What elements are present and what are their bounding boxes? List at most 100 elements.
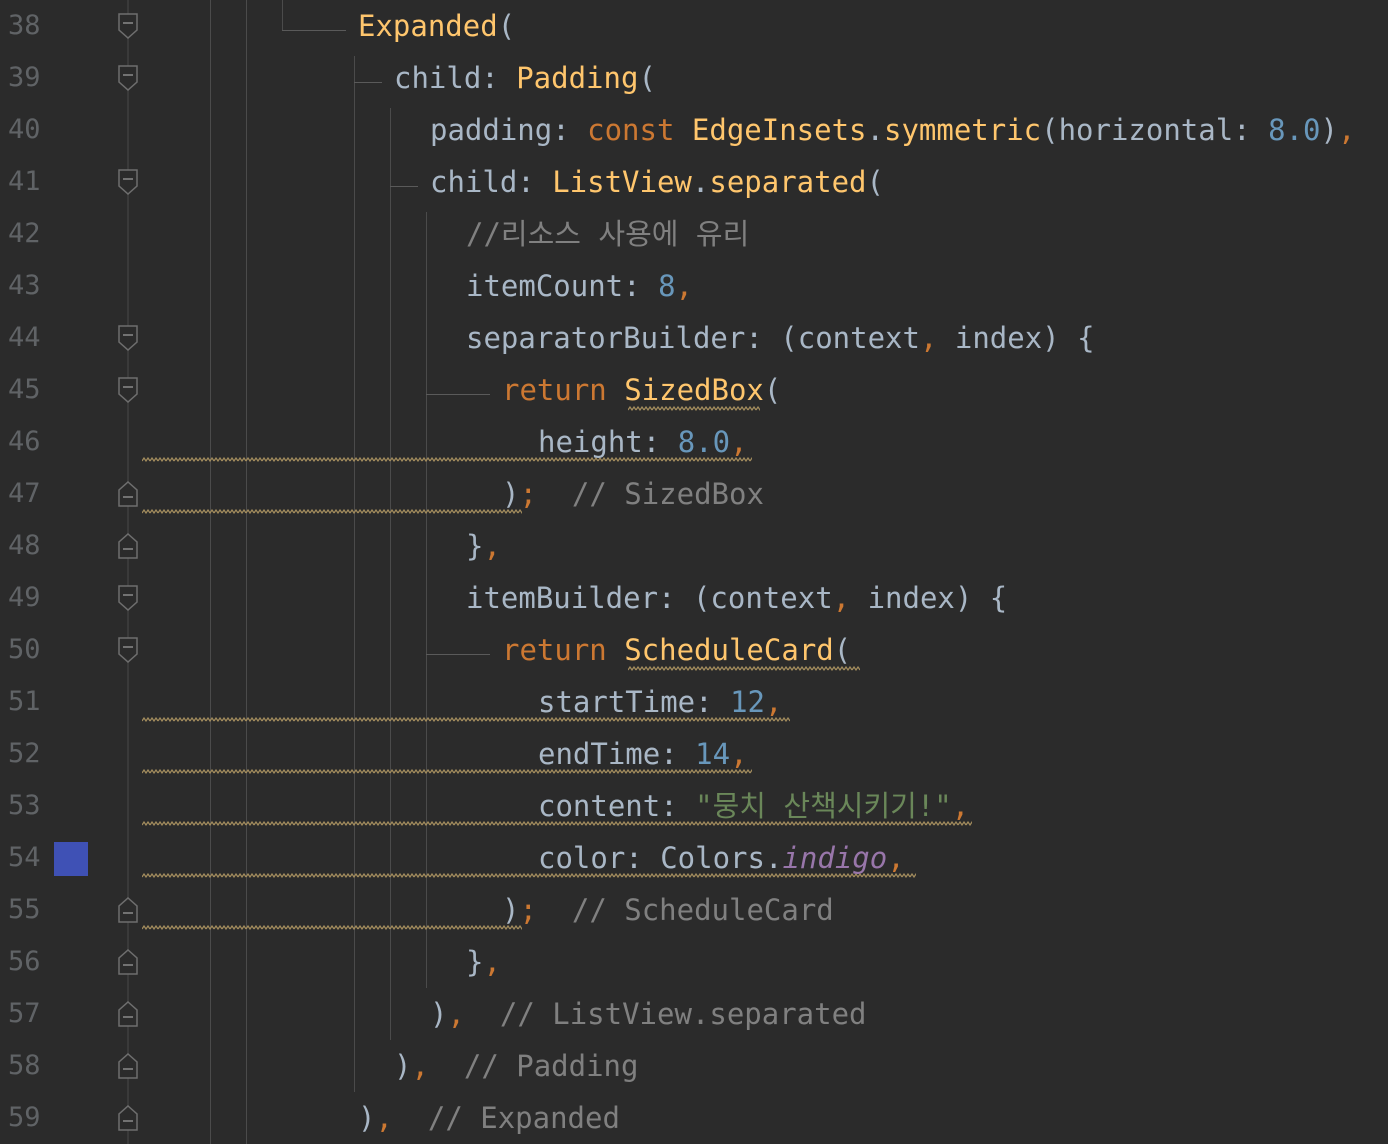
code-token: ) <box>502 477 520 511</box>
code-token: SizedBox <box>624 373 764 407</box>
code-token: , <box>730 737 748 771</box>
color-swatch-icon[interactable] <box>54 842 88 876</box>
code-token: ) <box>1320 113 1338 147</box>
code-line-40[interactable]: 40 padding: const EdgeInsets.symmetric(ho… <box>0 104 1388 156</box>
code-token: ( <box>833 633 852 667</box>
line-number: 47 <box>8 478 41 509</box>
code-line-48[interactable]: 48}, <box>0 520 1388 572</box>
code-editor[interactable]: 38 Expanded(39 child: Padding( 40 padding: c… <box>0 0 1388 1144</box>
code-line-44[interactable]: 44 separatorBuilder: (context, index) { <box>0 312 1388 364</box>
code-text[interactable]: return SizedBox( <box>502 372 781 408</box>
code-text[interactable]: padding: const EdgeInsets.symmetric(hori… <box>430 112 1355 148</box>
code-text[interactable]: height: 8.0, <box>538 424 748 460</box>
code-line-43[interactable]: 43 itemCount: 8, <box>0 260 1388 312</box>
code-text[interactable]: startTime: 12, <box>538 684 782 720</box>
code-token: height: <box>538 425 678 459</box>
code-token: Colors <box>660 841 765 875</box>
code-text[interactable]: //리소스 사용에 유리 <box>466 216 749 252</box>
code-text[interactable]: separatorBuilder: (context, index) { <box>466 320 1095 356</box>
code-token: , <box>887 841 905 875</box>
code-token: color: <box>538 841 661 875</box>
code-line-57[interactable]: 57), // ListView.separated <box>0 988 1388 1040</box>
fold-collapse-icon[interactable] <box>117 324 139 352</box>
code-text[interactable]: color: Colors.indigo, <box>538 840 905 876</box>
code-line-38[interactable]: 38 Expanded( <box>0 0 1388 52</box>
code-token: 8.0 <box>677 425 731 459</box>
code-text[interactable]: ), // Padding <box>394 1048 638 1084</box>
code-line-51[interactable]: 51 startTime: 12, <box>0 676 1388 728</box>
code-token: , <box>447 997 465 1031</box>
code-token: // SizedBox <box>536 477 764 511</box>
line-number: 59 <box>8 1102 41 1133</box>
fold-collapse-icon[interactable] <box>117 584 139 612</box>
fold-collapse-icon[interactable] <box>117 168 139 196</box>
code-token: , <box>1337 113 1356 147</box>
code-token: , <box>675 269 693 303</box>
code-line-46[interactable]: 46 height: 8.0, <box>0 416 1388 468</box>
fold-end-icon[interactable] <box>117 948 139 976</box>
code-token: separatorBuilder: (context <box>466 321 920 355</box>
code-token: , <box>832 581 868 615</box>
code-line-41[interactable]: 41 child: ListView.separated( <box>0 156 1388 208</box>
code-line-49[interactable]: 49 itemBuilder: (context, index) { <box>0 572 1388 624</box>
line-number: 41 <box>8 166 41 197</box>
line-number: 44 <box>8 322 41 353</box>
line-number: 58 <box>8 1050 41 1081</box>
fold-collapse-icon[interactable] <box>117 636 139 664</box>
code-token: , <box>483 529 501 563</box>
fold-end-icon[interactable] <box>117 1000 139 1028</box>
code-line-59[interactable]: 59 ), // Expanded <box>0 1092 1388 1144</box>
code-text[interactable]: Expanded( <box>358 8 515 44</box>
code-text[interactable]: ); // ScheduleCard <box>502 892 834 928</box>
code-text[interactable]: child: ListView.separated( <box>430 164 884 200</box>
code-token: . <box>764 841 783 875</box>
code-token: 14 <box>695 737 731 771</box>
fold-collapse-icon[interactable] <box>117 64 139 92</box>
code-line-55[interactable]: 55); // ScheduleCard <box>0 884 1388 936</box>
code-line-53[interactable]: 53 content: "뭉치 산책시키기!", <box>0 780 1388 832</box>
code-line-45[interactable]: 45 return SizedBox( <box>0 364 1388 416</box>
code-token: , <box>951 789 970 823</box>
code-text[interactable]: ), // ListView.separated <box>430 996 867 1032</box>
line-number: 43 <box>8 270 41 301</box>
code-text[interactable]: ), // Expanded <box>358 1100 620 1136</box>
code-token: return <box>502 633 625 667</box>
fold-end-icon[interactable] <box>117 532 139 560</box>
fold-end-icon[interactable] <box>117 1052 139 1080</box>
code-text[interactable]: return ScheduleCard( <box>502 632 851 668</box>
line-number: 48 <box>8 530 41 561</box>
code-text[interactable]: content: "뭉치 산책시키기!", <box>538 788 969 824</box>
fold-end-icon[interactable] <box>117 1104 139 1132</box>
code-text[interactable]: endTime: 14, <box>538 736 748 772</box>
code-text[interactable]: itemCount: 8, <box>466 268 693 304</box>
code-text[interactable]: itemBuilder: (context, index) { <box>466 580 1007 616</box>
code-token: startTime: <box>538 685 731 719</box>
code-text[interactable]: }, <box>466 528 501 564</box>
code-token: // ListView.separated <box>464 997 867 1031</box>
line-number: 45 <box>8 374 41 405</box>
code-text[interactable]: child: Padding( <box>394 60 656 96</box>
code-token: } <box>466 945 484 979</box>
line-number: 46 <box>8 426 41 457</box>
code-text[interactable]: ); // SizedBox <box>502 476 764 512</box>
code-line-56[interactable]: 56}, <box>0 936 1388 988</box>
code-line-50[interactable]: 50 return ScheduleCard( <box>0 624 1388 676</box>
fold-collapse-icon[interactable] <box>117 376 139 404</box>
fold-collapse-icon[interactable] <box>117 12 139 40</box>
code-line-47[interactable]: 47 ); // SizedBox <box>0 468 1388 520</box>
code-token: 8.0 <box>1268 113 1321 147</box>
code-token: padding: <box>430 113 588 147</box>
code-token: , <box>411 1049 429 1083</box>
fold-end-icon[interactable] <box>117 480 139 508</box>
code-line-54[interactable]: 54 color: Colors.indigo, <box>0 832 1388 884</box>
code-line-39[interactable]: 39 child: Padding( <box>0 52 1388 104</box>
code-token: ) <box>358 1101 376 1135</box>
fold-end-icon[interactable] <box>117 896 139 924</box>
code-text[interactable]: }, <box>466 944 501 980</box>
code-token: child: <box>430 165 553 199</box>
code-line-42[interactable]: 42 //리소스 사용에 유리 <box>0 208 1388 260</box>
line-number: 50 <box>8 634 41 665</box>
line-number: 40 <box>8 114 41 145</box>
code-line-58[interactable]: 58 ), // Padding <box>0 1040 1388 1092</box>
code-line-52[interactable]: 52 endTime: 14, <box>0 728 1388 780</box>
